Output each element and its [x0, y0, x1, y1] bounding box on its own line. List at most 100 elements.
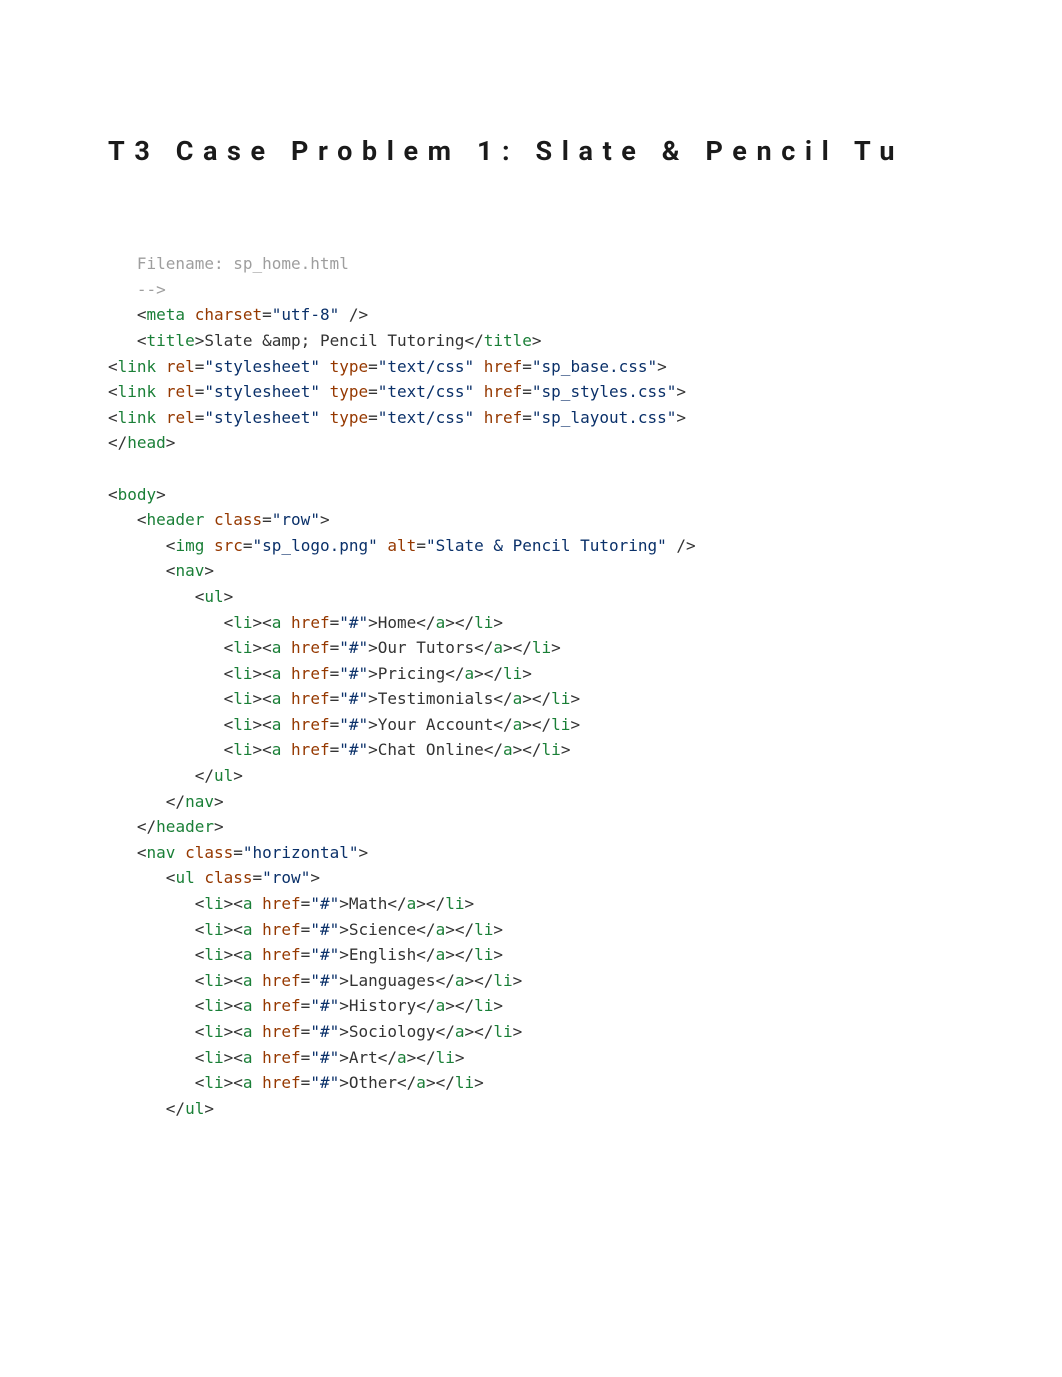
code-token: [253, 996, 263, 1015]
code-token: >: [493, 945, 503, 964]
code-token: ></: [445, 920, 474, 939]
code-token: meta: [147, 305, 186, 324]
code-token: [320, 357, 330, 376]
code-token: Your Account: [378, 715, 494, 734]
code-token: a: [436, 613, 446, 632]
code-token: >: [493, 920, 503, 939]
code-token: >: [339, 1073, 349, 1092]
code-token: href: [262, 894, 301, 913]
code-block: Filename: sp_home.html --> <meta charset…: [0, 173, 1062, 1121]
code-token: =: [301, 920, 311, 939]
code-line: <li><a href="#">Math</a></li>: [108, 891, 1062, 917]
code-token: <: [108, 868, 175, 887]
code-line: <li><a href="#">Pricing</a></li>: [108, 661, 1062, 687]
code-token: />: [667, 536, 696, 555]
code-token: <: [108, 715, 233, 734]
code-token: "text/css": [378, 382, 474, 401]
code-line: <link rel="stylesheet" type="text/css" h…: [108, 354, 1062, 380]
code-token: li: [551, 715, 570, 734]
code-token: Sociology: [349, 1022, 436, 1041]
code-token: a: [243, 920, 253, 939]
code-token: ><: [224, 1073, 243, 1092]
code-token: href: [484, 382, 523, 401]
code-token: >: [532, 331, 542, 350]
code-token: href: [262, 1048, 301, 1067]
code-token: li: [503, 664, 522, 683]
code-token: rel: [166, 382, 195, 401]
code-line: </ul>: [108, 763, 1062, 789]
code-token: [253, 920, 263, 939]
code-token: </: [397, 1073, 416, 1092]
code-token: ><: [253, 664, 272, 683]
code-line: <meta charset="utf-8" />: [108, 302, 1062, 328]
code-token: ></: [407, 1048, 436, 1067]
code-token: =: [368, 357, 378, 376]
code-token: <: [108, 1073, 204, 1092]
code-token: "sp_layout.css": [532, 408, 677, 427]
code-token: </: [108, 792, 185, 811]
code-token: Filename: sp_home.html: [108, 254, 349, 273]
code-token: body: [118, 485, 157, 504]
code-token: type: [330, 357, 369, 376]
code-token: "#": [310, 971, 339, 990]
code-token: Testimonials: [378, 689, 494, 708]
code-token: <: [108, 536, 175, 555]
code-token: ></: [474, 664, 503, 683]
code-token: </: [416, 920, 435, 939]
code-token: <: [108, 485, 118, 504]
code-token: </: [108, 766, 214, 785]
code-token: Slate &amp; Pencil Tutoring: [204, 331, 464, 350]
code-token: [253, 1048, 263, 1067]
code-token: "#": [310, 1048, 339, 1067]
code-token: [156, 408, 166, 427]
code-token: a: [493, 638, 503, 657]
code-token: "sp_logo.png": [253, 536, 378, 555]
code-line: <ul>: [108, 584, 1062, 610]
code-token: =: [301, 945, 311, 964]
code-token: <: [108, 357, 118, 376]
code-token: </: [108, 817, 156, 836]
code-token: =: [416, 536, 426, 555]
code-token: li: [532, 638, 551, 657]
code-token: >: [474, 1073, 484, 1092]
code-token: a: [272, 689, 282, 708]
code-token: [185, 305, 195, 324]
code-token: "sp_styles.css": [532, 382, 677, 401]
code-token: >: [455, 1048, 465, 1067]
code-token: rel: [166, 357, 195, 376]
code-token: ></: [445, 945, 474, 964]
code-token: =: [301, 1048, 311, 1067]
code-token: "#": [339, 689, 368, 708]
code-line: </header>: [108, 814, 1062, 840]
code-token: li: [233, 613, 252, 632]
code-token: >: [320, 510, 330, 529]
code-token: a: [407, 894, 417, 913]
code-token: ></: [464, 971, 493, 990]
code-token: ><: [224, 894, 243, 913]
code-token: rel: [166, 408, 195, 427]
code-token: ><: [224, 945, 243, 964]
code-token: li: [436, 1048, 455, 1067]
code-token: li: [493, 971, 512, 990]
code-token: >: [339, 894, 349, 913]
code-token: [195, 868, 205, 887]
code-line: -->: [108, 277, 1062, 303]
code-token: >: [339, 1022, 349, 1041]
code-token: charset: [195, 305, 262, 324]
code-token: =: [253, 868, 263, 887]
code-token: "#": [339, 740, 368, 759]
code-token: img: [175, 536, 204, 555]
code-line: <nav>: [108, 558, 1062, 584]
code-token: class: [185, 843, 233, 862]
code-token: a: [416, 1073, 426, 1092]
code-token: </: [436, 1022, 455, 1041]
code-token: li: [233, 740, 252, 759]
code-token: nav: [185, 792, 214, 811]
code-token: src: [214, 536, 243, 555]
code-token: >: [513, 1022, 523, 1041]
code-token: <: [108, 613, 233, 632]
code-token: [281, 613, 291, 632]
code-token: li: [204, 996, 223, 1015]
code-token: ></: [522, 715, 551, 734]
code-line: <li><a href="#">Chat Online</a></li>: [108, 737, 1062, 763]
